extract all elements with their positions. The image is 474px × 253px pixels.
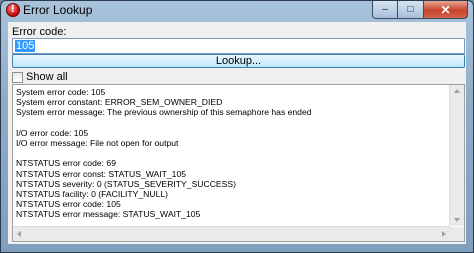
output-line: NTSTATUS error code: 105 xyxy=(16,199,121,210)
output-line: NTSTATUS error const: STATUS_WAIT_105 xyxy=(16,168,186,179)
close-button[interactable]: ✕ xyxy=(424,1,468,19)
maximize-icon: □ xyxy=(407,4,414,15)
lookup-button[interactable]: Lookup... xyxy=(12,54,465,68)
output-line: I/O error code: 105 xyxy=(16,127,89,138)
title-bar[interactable]: Error Lookup – □ ✕ xyxy=(1,1,473,21)
checkbox-box[interactable] xyxy=(12,71,23,83)
result-output[interactable]: System error code: 105 System error const… xyxy=(12,84,465,242)
maximize-button[interactable]: □ xyxy=(398,1,424,19)
output-line: NTSTATUS error message: STATUS_WAIT_105 xyxy=(16,209,201,220)
minimize-icon: – xyxy=(382,4,388,15)
error-code-value: 105 xyxy=(15,40,36,52)
output-line: System error message: The previous owner… xyxy=(16,107,312,118)
scroll-up-icon[interactable] xyxy=(454,89,460,93)
client-area: Error code: 105 Lookup... Show all Syste… xyxy=(8,22,466,244)
scroll-down-icon[interactable] xyxy=(454,218,460,222)
error-icon xyxy=(6,3,20,17)
result-text[interactable]: System error code: 105 System error const… xyxy=(16,87,452,225)
caption-buttons: – □ ✕ xyxy=(372,1,468,19)
error-lookup-window: Error Lookup – □ ✕ Error code: 105 Looku… xyxy=(0,0,474,253)
show-all-label: Show all xyxy=(26,71,68,83)
output-line: System error constant: ERROR_SEM_OWNER_D… xyxy=(16,97,223,108)
minimize-button[interactable]: – xyxy=(372,1,398,19)
scroll-right-icon[interactable] xyxy=(442,231,446,237)
error-code-label: Error code: xyxy=(12,26,67,38)
window-title: Error Lookup xyxy=(23,3,93,17)
error-code-input[interactable]: 105 xyxy=(12,38,465,54)
show-all-checkbox[interactable]: Show all xyxy=(12,71,68,83)
output-line: NTSTATUS facility: 0 (FACILITY_NULL) xyxy=(16,188,169,199)
close-icon: ✕ xyxy=(440,2,451,17)
output-line: NTSTATUS error code: 69 xyxy=(16,158,116,169)
output-line: System error code: 105 xyxy=(16,87,106,97)
scroll-left-icon[interactable] xyxy=(17,231,21,237)
vertical-scrollbar[interactable] xyxy=(449,85,464,226)
output-line: NTSTATUS severity: 0 (STATUS_SEVERITY_SU… xyxy=(16,178,236,189)
output-line: I/O error message: File not open for out… xyxy=(16,137,179,148)
scrollbar-corner xyxy=(450,227,464,241)
horizontal-scrollbar[interactable] xyxy=(13,226,450,241)
